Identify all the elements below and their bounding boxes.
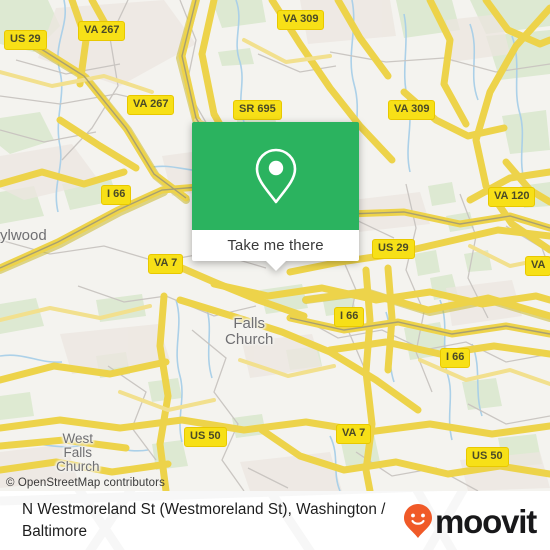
road-shield: VA 7 xyxy=(336,424,372,444)
road-shield: VA 309 xyxy=(388,100,436,120)
road-shield: VA xyxy=(525,256,550,276)
road-shield: VA 309 xyxy=(277,10,325,30)
popup-action[interactable]: Take me there xyxy=(192,230,359,271)
moovit-logo[interactable]: moovit xyxy=(403,503,537,540)
moovit-wordmark: moovit xyxy=(435,503,537,540)
road-shield: VA 267 xyxy=(78,21,126,41)
location-title: N Westmoreland St (Westmoreland St), Was… xyxy=(22,501,386,540)
road-shield: US 50 xyxy=(184,427,227,447)
moovit-pin-smiley-icon xyxy=(404,503,433,538)
road-shield: US 29 xyxy=(372,239,415,259)
road-shield: US 50 xyxy=(466,447,509,467)
map-view[interactable]: US 29 VA 267 VA 309 VA 267 SR 695 VA 309 I 66 V… xyxy=(0,0,550,491)
road-shield: VA 267 xyxy=(127,95,175,115)
osm-attribution[interactable]: © OpenStreetMap contributors xyxy=(6,477,165,489)
road-shield: VA 120 xyxy=(488,187,536,207)
moovit-map-share-card: US 29 VA 267 VA 309 VA 267 SR 695 VA 309 I 66 V… xyxy=(0,0,550,550)
popup-header xyxy=(192,122,359,230)
road-shield: I 66 xyxy=(334,307,365,327)
road-shield: SR 695 xyxy=(233,100,282,120)
popup-pointer xyxy=(264,260,287,271)
road-shield: I 66 xyxy=(440,348,471,368)
road-shield: VA 7 xyxy=(148,254,184,274)
map-pin-icon xyxy=(255,148,296,204)
take-me-there-label: Take me there xyxy=(227,237,324,254)
road-shield: I 66 xyxy=(101,185,132,205)
footer-bar: N Westmoreland St (Westmoreland St), Was… xyxy=(0,491,550,550)
road-shield: US 29 xyxy=(4,30,47,50)
location-popup-card[interactable]: Take me there xyxy=(192,122,359,271)
